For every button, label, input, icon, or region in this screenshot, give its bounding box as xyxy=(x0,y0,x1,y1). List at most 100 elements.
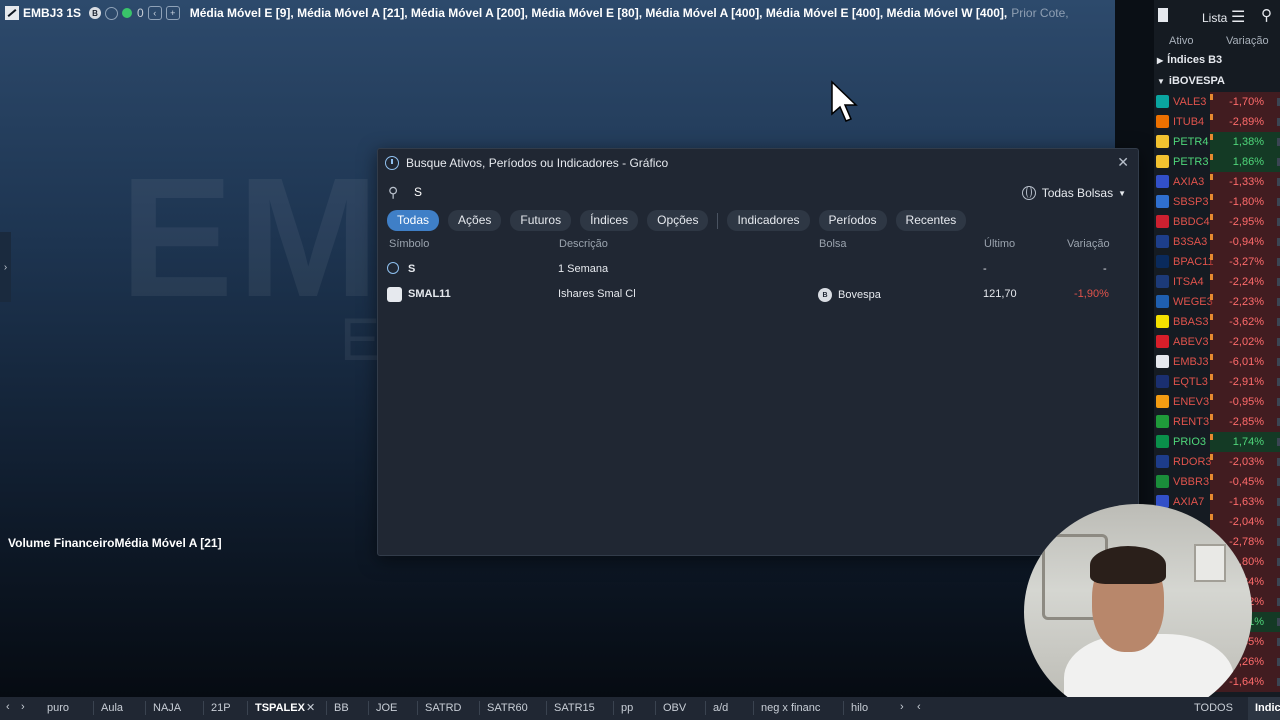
asset-logo-icon xyxy=(1156,455,1169,468)
list-icon[interactable] xyxy=(1158,8,1168,22)
watchlist-ticker: PRIO3 xyxy=(1173,436,1207,448)
result-last: - xyxy=(983,263,987,275)
workspace-tab[interactable]: Aula xyxy=(101,702,123,714)
tab-todos[interactable]: TODOS xyxy=(1194,702,1233,714)
filter-indices[interactable]: Índices xyxy=(580,210,639,231)
watchlist-row[interactable]: BPAC11 -3,27% xyxy=(1154,252,1280,272)
col-header-asset[interactable]: Ativo xyxy=(1169,35,1193,47)
watchlist-ticker: ABEV3 xyxy=(1173,336,1209,348)
watchlist-row[interactable]: ABEV3 -2,02% xyxy=(1154,332,1280,352)
exchange-select[interactable]: Todas Bolsas ▼ xyxy=(1021,186,1126,200)
result-exchange-label: Bovespa xyxy=(838,289,881,301)
webcam-overlay xyxy=(1024,504,1252,720)
asset-logo-icon xyxy=(1156,175,1169,188)
workspace-tab[interactable]: NAJA xyxy=(153,702,181,714)
asset-logo-icon xyxy=(1156,95,1169,108)
watchlist-row[interactable]: WEGE3 -2,23% xyxy=(1154,292,1280,312)
search-icon: ⚲ xyxy=(388,184,399,200)
watchlist-row[interactable]: ENEV3 -0,95% xyxy=(1154,392,1280,412)
workspace-tab[interactable]: SATRD xyxy=(425,702,461,714)
scroll-left-icon[interactable]: ‹ xyxy=(6,701,10,713)
close-tab-icon[interactable]: ✕ xyxy=(306,701,315,714)
workspace-tab[interactable]: neg x financ xyxy=(761,702,820,714)
workspace-tab[interactable]: a/d xyxy=(713,702,728,714)
col-header-change[interactable]: Variação xyxy=(1226,35,1269,47)
watchlist-row[interactable]: EMBJ3 -6,01% xyxy=(1154,352,1280,372)
asset-logo-icon xyxy=(1156,475,1169,488)
volume-indicator-label[interactable]: Volume FinanceiroMédia Móvel A [21] xyxy=(8,536,222,550)
workspace-tab[interactable]: BB xyxy=(334,702,349,714)
watchlist-row[interactable]: SBSP3 -1,80% xyxy=(1154,192,1280,212)
search-input[interactable] xyxy=(408,183,980,201)
left-panel-toggle[interactable]: › xyxy=(0,232,11,302)
result-description: Ishares Smal Cl xyxy=(558,288,636,300)
watchlist-row[interactable]: PETR3 1,86% xyxy=(1154,152,1280,172)
group-ibovespa[interactable]: ▼ iBOVESPA xyxy=(1154,71,1280,91)
watchlist-ticker: BPAC11 xyxy=(1173,256,1214,268)
workspace-tab[interactable]: 21P xyxy=(211,702,231,714)
result-row[interactable]: S 1 Semana - - xyxy=(378,259,1138,281)
chart-type-icon[interactable] xyxy=(5,6,19,20)
workspace-tab[interactable]: pp xyxy=(621,702,633,714)
watchlist-row[interactable]: PRIO3 1,74% xyxy=(1154,432,1280,452)
filter-recentes[interactable]: Recentes xyxy=(895,210,967,231)
add-indicator-icon[interactable]: + xyxy=(165,6,180,20)
scroll-right-icon[interactable]: › xyxy=(21,701,25,713)
collapse-icon[interactable]: ‹ xyxy=(147,6,162,20)
watchlist-row[interactable]: BBDC4 -2,95% xyxy=(1154,212,1280,232)
chevron-right-icon: ▶ xyxy=(1157,55,1164,65)
watchlist-title[interactable]: Lista xyxy=(1202,11,1227,25)
live-status-icon xyxy=(122,8,133,18)
watchlist-ticker: B3SA3 xyxy=(1173,236,1208,248)
watchlist-row[interactable]: AXIA3 -1,33% xyxy=(1154,172,1280,192)
watchlist-row[interactable]: ITUB4 -2,89% xyxy=(1154,112,1280,132)
watchlist-row[interactable]: B3SA3 -0,94% xyxy=(1154,232,1280,252)
col-header-description[interactable]: Descrição xyxy=(559,238,608,250)
filter-periodos[interactable]: Períodos xyxy=(818,210,887,231)
watchlist-ticker: EMBJ3 xyxy=(1173,356,1209,368)
tab-divider xyxy=(203,701,204,715)
webcam-frame xyxy=(1194,544,1226,582)
tab-indic[interactable]: Indic xyxy=(1248,697,1280,720)
watchlist-change: -2,89% xyxy=(1229,116,1264,128)
filter-indicadores[interactable]: Indicadores xyxy=(727,210,810,231)
col-header-symbol[interactable]: Símbolo xyxy=(389,238,429,250)
watchlist-row[interactable]: PETR4 1,38% xyxy=(1154,132,1280,152)
result-row[interactable]: SMAL11 Ishares Smal Cl B Bovespa 121,70 … xyxy=(378,284,1138,306)
tabs-more-icon[interactable]: › xyxy=(900,701,904,713)
tab-divider xyxy=(145,701,146,715)
menu-icon[interactable]: ☰ xyxy=(1231,7,1245,27)
watchlist-row[interactable]: RDOR3 -2,03% xyxy=(1154,452,1280,472)
watchlist-row[interactable]: VALE3 -1,70% xyxy=(1154,92,1280,112)
workspace-tab[interactable]: OBV xyxy=(663,702,686,714)
group-indices-b3[interactable]: ▶ Índices B3 xyxy=(1154,50,1280,70)
workspace-tab[interactable]: puro xyxy=(47,702,69,714)
workspace-tabs: ‹ › puro Aula NAJA 21P TSPALEX BB JOE SATRD SATR… xyxy=(0,697,1280,720)
settings-circle-icon[interactable] xyxy=(105,6,119,20)
watchlist-row[interactable]: VBBR3 -0,45% xyxy=(1154,472,1280,492)
workspace-tab[interactable]: SATR60 xyxy=(487,702,528,714)
filter-acoes[interactable]: Ações xyxy=(448,210,502,231)
col-header-last[interactable]: Último xyxy=(984,238,1015,250)
workspace-tab[interactable]: JOE xyxy=(376,702,397,714)
workspace-tab[interactable]: TSPALEX xyxy=(255,702,305,714)
filter-opcoes[interactable]: Opções xyxy=(647,210,709,231)
indicator-list[interactable]: Média Móvel E [9], Média Móvel A [21], M… xyxy=(190,6,1008,20)
workspace-tab[interactable]: hilo xyxy=(851,702,868,714)
watchlist-row[interactable]: BBAS3 -3,62% xyxy=(1154,312,1280,332)
filter-futuros[interactable]: Futuros xyxy=(510,210,572,231)
search-icon[interactable]: ⚲ xyxy=(1261,6,1272,24)
result-change: - xyxy=(1103,263,1107,275)
prior-quote-label[interactable]: Prior Cote, xyxy=(1011,6,1068,20)
workspace-tab[interactable]: SATR15 xyxy=(554,702,595,714)
watchlist-row[interactable]: EQTL3 -2,91% xyxy=(1154,372,1280,392)
col-header-exchange[interactable]: Bolsa xyxy=(819,238,847,250)
symbol-label[interactable]: EMBJ3 1S xyxy=(23,6,81,20)
col-header-change[interactable]: Variação xyxy=(1067,238,1110,250)
watchlist-change: -2,03% xyxy=(1229,456,1264,468)
watchlist-row[interactable]: ITSA4 -2,24% xyxy=(1154,272,1280,292)
tabs-back-icon[interactable]: ‹ xyxy=(917,701,921,713)
filter-todas[interactable]: Todas xyxy=(387,210,440,231)
close-icon[interactable]: ✕ xyxy=(1117,154,1129,171)
watchlist-row[interactable]: RENT3 -2,85% xyxy=(1154,412,1280,432)
